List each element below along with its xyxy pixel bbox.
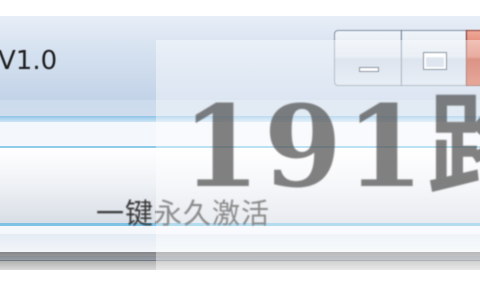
app-window: V1.0 一键永久激活 (0, 16, 480, 261)
window-title: V1.0 (0, 46, 58, 76)
screenshot-stage: V1.0 一键永久激活 191路 (0, 0, 480, 300)
top-margin (0, 0, 480, 16)
close-button[interactable] (466, 30, 480, 86)
top-field-border (0, 116, 480, 122)
minimize-icon (359, 67, 379, 72)
minimize-button[interactable] (334, 30, 402, 86)
title-bar[interactable]: V1.0 (0, 16, 480, 100)
activate-button-label: 一键永久激活 (96, 197, 271, 230)
maximize-icon (424, 53, 446, 69)
activate-button[interactable]: 一键永久激活 (0, 146, 480, 230)
client-area: 一键永久激活 (0, 116, 480, 256)
maximize-button[interactable] (401, 30, 467, 86)
bottom-margin (0, 270, 480, 300)
